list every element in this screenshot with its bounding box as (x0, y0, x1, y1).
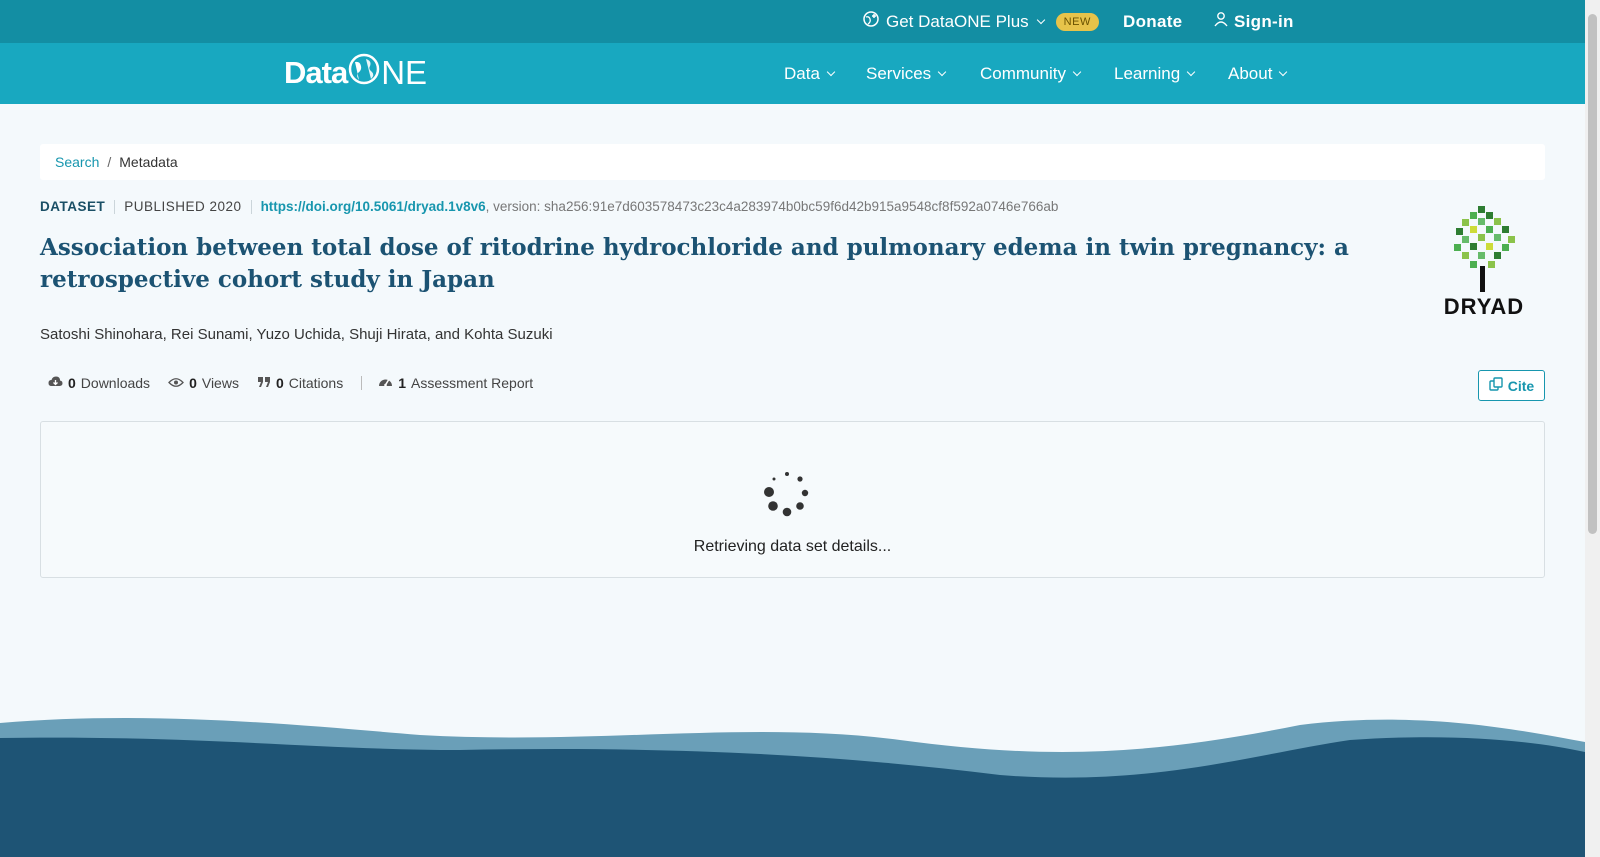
dryad-logo-text: DRYAD (1443, 294, 1525, 319)
breadcrumb-search-link[interactable]: Search (55, 154, 99, 170)
loading-message: Retrieving data set details... (693, 538, 892, 555)
scrollbar-thumb[interactable] (1588, 14, 1597, 534)
downloads-label: Downloads (80, 375, 151, 391)
downloads-count: 0 (68, 375, 76, 391)
chevron-down-icon (1036, 15, 1045, 24)
sign-in-link[interactable]: Sign-in (1213, 0, 1294, 43)
quote-icon (257, 375, 271, 391)
nav-item-label: Services (866, 63, 932, 83)
chevron-down-icon (937, 67, 947, 76)
views-count: 0 (189, 375, 197, 391)
version-hash: , version: sha256:91e7d603578473c23c4a28… (485, 199, 1059, 214)
footer-waves (0, 717, 1585, 857)
assessment-label: Assessment Report (411, 375, 534, 391)
nav-item-about[interactable]: About (1228, 43, 1288, 104)
get-dataone-plus-menu[interactable]: Get DataONE Plus NEW (862, 0, 1099, 43)
logo-text-ne: NE (381, 54, 428, 91)
chevron-down-icon (1186, 67, 1196, 76)
loading-spinner-icon (764, 472, 809, 517)
cloud-download-icon (48, 375, 63, 391)
logo-text-data: Data (284, 55, 348, 90)
nav-item-data[interactable]: Data (784, 43, 836, 104)
gauge-icon (378, 375, 393, 391)
dataset-title: Association between total dose of ritodr… (40, 234, 1349, 293)
nav-item-label: Data (784, 63, 820, 83)
divider (250, 199, 252, 214)
breadcrumb: Search / Metadata (40, 144, 1545, 180)
citations-metric[interactable]: 0 Citations (257, 375, 343, 391)
dataone-logo[interactable]: Data NE (284, 53, 427, 93)
cite-button[interactable]: Cite (1478, 370, 1545, 401)
dataset-meta-line: DATASET PUBLISHED 2020 https://doi.org/1… (40, 199, 1058, 214)
authors-list: Satoshi Shinohara, Rei Sunami, Yuzo Uchi… (40, 326, 553, 343)
breadcrumb-separator: / (107, 154, 112, 170)
divider (361, 376, 363, 390)
nav-item-learning[interactable]: Learning (1114, 43, 1196, 104)
chevron-down-icon (1072, 67, 1082, 76)
get-dataone-plus-label: Get DataONE Plus (886, 11, 1029, 31)
donate-link[interactable]: Donate (1123, 0, 1182, 43)
assessment-report-metric[interactable]: 1 Assessment Report (378, 375, 533, 391)
nav-item-label: About (1228, 63, 1273, 83)
new-badge: NEW (1055, 12, 1099, 31)
sign-in-label: Sign-in (1234, 11, 1294, 31)
breadcrumb-current: Metadata (119, 154, 178, 170)
views-label: Views (201, 375, 239, 391)
metrics-bar: 0 Downloads 0 Views 0 Citations 1 Assess… (48, 375, 551, 391)
cite-label: Cite (1507, 377, 1535, 394)
views-metric[interactable]: 0 Views (168, 375, 239, 391)
downloads-metric[interactable]: 0 Downloads (48, 375, 150, 391)
main-navbar: Data NE Data Services Community Learning… (0, 43, 1585, 104)
user-icon (1213, 11, 1229, 32)
citations-label: Citations (288, 375, 344, 391)
nav-item-label: Community (980, 63, 1066, 83)
chevron-down-icon (1279, 67, 1288, 76)
top-bar: Get DataONE Plus NEW Donate Sign-in (0, 0, 1585, 43)
nav-item-community[interactable]: Community (980, 43, 1082, 104)
dataset-type: DATASET (40, 199, 106, 214)
globe-plus-icon (862, 10, 880, 33)
nav-item-services[interactable]: Services (866, 43, 947, 104)
citations-count: 0 (275, 375, 284, 391)
published-year: PUBLISHED 2020 (124, 199, 242, 214)
nav-item-label: Learning (1114, 63, 1181, 83)
assessment-count: 1 (398, 375, 407, 391)
eye-icon (168, 375, 184, 391)
page-scrollbar[interactable] (1585, 0, 1600, 857)
doi-link[interactable]: https://doi.org/10.5061/dryad.1v8v6 (261, 199, 486, 214)
copy-icon (1489, 377, 1503, 394)
chevron-down-icon (826, 67, 836, 76)
globe-icon (348, 53, 380, 93)
divider (114, 199, 116, 214)
